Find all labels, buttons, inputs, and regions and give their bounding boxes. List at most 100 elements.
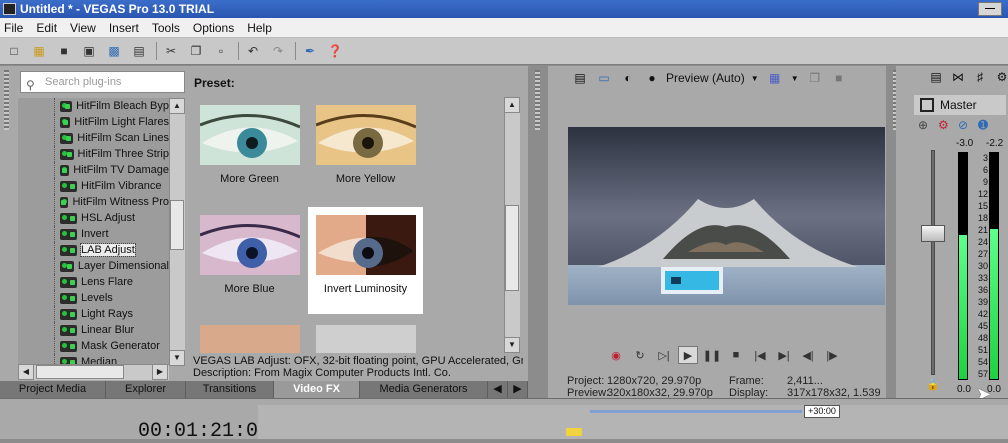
scroll-up-button[interactable]: ▲ bbox=[504, 97, 520, 113]
scroll-down-button[interactable]: ▼ bbox=[169, 350, 185, 366]
plugin-item[interactable]: Light Rays bbox=[18, 306, 169, 322]
preview-properties-icon[interactable]: ▤ bbox=[570, 69, 590, 87]
hscroll-thumb[interactable] bbox=[36, 365, 124, 379]
plugin-item[interactable]: HSL Adjust bbox=[18, 210, 169, 226]
go-to-start-icon[interactable]: |◀ bbox=[750, 346, 770, 364]
timeline-marker[interactable] bbox=[566, 428, 582, 436]
new-icon[interactable]: □ bbox=[4, 41, 24, 61]
tab-transitions[interactable]: Transitions bbox=[186, 381, 274, 398]
go-to-end-icon[interactable]: ▶| bbox=[774, 346, 794, 364]
tabs-scroll-left[interactable]: ◀ bbox=[488, 381, 508, 398]
properties-icon[interactable]: ▤ bbox=[129, 41, 149, 61]
copy-icon[interactable]: ❐ bbox=[186, 41, 206, 61]
preview-quality-select[interactable]: Preview (Auto) bbox=[666, 71, 745, 85]
open-icon[interactable]: ▦ bbox=[29, 41, 49, 61]
save-icon[interactable]: ■ bbox=[54, 41, 74, 61]
video-fx-icon[interactable]: ● bbox=[642, 69, 662, 87]
tab-project-media[interactable]: Project Media bbox=[0, 381, 106, 398]
preset-thumbnail bbox=[316, 325, 416, 353]
tab-explorer[interactable]: Explorer bbox=[106, 381, 186, 398]
plugin-item[interactable]: Mask Generator bbox=[18, 338, 169, 354]
menu-file[interactable]: File bbox=[4, 21, 23, 35]
menu-options[interactable]: Options bbox=[193, 21, 234, 35]
dim-output-icon[interactable]: ♯ bbox=[969, 70, 991, 84]
brush-icon[interactable]: ✒ bbox=[300, 41, 320, 61]
tab-media-generators[interactable]: Media Generators bbox=[360, 381, 488, 398]
minimize-button[interactable]: — bbox=[978, 2, 1002, 16]
record-button[interactable]: ◉ bbox=[606, 346, 626, 364]
play-icon[interactable]: ▶ bbox=[678, 346, 698, 364]
preset-partial-1[interactable] bbox=[192, 317, 307, 353]
play-from-start-icon[interactable]: ▷| bbox=[654, 346, 674, 364]
copy-snapshot-icon[interactable]: ❐ bbox=[805, 69, 825, 87]
solo-icon[interactable]: ➊ bbox=[978, 118, 998, 132]
plugin-item-selected[interactable]: LAB Adjust bbox=[18, 242, 169, 258]
downmix-icon[interactable]: ⋈ bbox=[947, 70, 969, 84]
plugin-item[interactable]: Levels bbox=[18, 290, 169, 306]
panel-grip[interactable] bbox=[4, 70, 9, 130]
plugin-item[interactable]: HitFilm Three Strip bbox=[18, 146, 169, 162]
whats-this-icon[interactable]: ❓ bbox=[325, 41, 345, 61]
preset-more-blue[interactable]: More Blue bbox=[192, 207, 307, 314]
chevron-down-icon[interactable]: ▼ bbox=[749, 69, 761, 87]
plugin-search-input[interactable]: ⚲ Search plug-ins bbox=[20, 71, 185, 93]
menu-tools[interactable]: Tools bbox=[152, 21, 180, 35]
scroll-left-button[interactable]: ◀ bbox=[18, 364, 34, 380]
scroll-down-button[interactable]: ▼ bbox=[504, 337, 520, 353]
menu-edit[interactable]: Edit bbox=[36, 21, 57, 35]
split-screen-icon[interactable]: ◐ bbox=[618, 69, 638, 87]
scroll-thumb[interactable] bbox=[170, 200, 184, 250]
mixer-settings-icon[interactable]: ⚙ bbox=[991, 70, 1008, 84]
chevron-down-icon[interactable]: ▼ bbox=[789, 69, 801, 87]
render-icon[interactable]: ▩ bbox=[104, 41, 124, 61]
scroll-thumb[interactable] bbox=[505, 205, 519, 291]
scroll-right-button[interactable]: ▶ bbox=[152, 364, 168, 380]
menu-insert[interactable]: Insert bbox=[109, 21, 139, 35]
stop-icon[interactable]: ■ bbox=[726, 346, 746, 364]
next-frame-icon[interactable]: |▶ bbox=[822, 346, 842, 364]
redo-icon[interactable]: ↷ bbox=[268, 41, 288, 61]
plugin-item[interactable]: Invert bbox=[18, 226, 169, 242]
meter-scale-tick: 54 bbox=[977, 357, 988, 367]
plugin-item[interactable]: HitFilm Light Flares bbox=[18, 114, 169, 130]
external-monitor-icon[interactable]: ▭ bbox=[594, 69, 614, 87]
ofx-plugin-icon bbox=[60, 260, 74, 272]
bus-connect-icon[interactable]: ⊕ bbox=[918, 118, 938, 132]
video-preview[interactable] bbox=[568, 127, 885, 305]
search-icon: ⚲ bbox=[26, 78, 35, 92]
menu-help[interactable]: Help bbox=[247, 21, 272, 35]
bus-fx-icon[interactable]: ⚙ bbox=[938, 118, 958, 132]
lock-icon[interactable]: 🔒 bbox=[926, 378, 940, 391]
plugin-item[interactable]: HitFilm Scan Lines bbox=[18, 130, 169, 146]
loop-playback-icon[interactable]: ↻ bbox=[630, 346, 650, 364]
preset-partial-2[interactable] bbox=[308, 317, 423, 353]
overlays-icon[interactable]: ▦ bbox=[765, 69, 785, 87]
scroll-up-button[interactable]: ▲ bbox=[169, 98, 185, 114]
mute-icon[interactable]: ⊘ bbox=[958, 118, 978, 132]
plugin-item[interactable]: HitFilm Witness Pro bbox=[18, 194, 169, 210]
plugin-item[interactable]: Linear Blur bbox=[18, 322, 169, 338]
preset-more-green[interactable]: More Green bbox=[192, 97, 307, 204]
panel-grip[interactable] bbox=[535, 70, 540, 130]
master-fader-handle[interactable] bbox=[921, 225, 945, 242]
zoom-range-line[interactable] bbox=[590, 410, 802, 413]
plugin-item[interactable]: HitFilm Bleach Byp bbox=[18, 98, 169, 114]
menu-view[interactable]: View bbox=[70, 21, 96, 35]
pause-icon[interactable]: ❚❚ bbox=[702, 346, 722, 364]
preset-more-yellow[interactable]: More Yellow bbox=[308, 97, 423, 204]
paste-icon[interactable]: ▫ bbox=[211, 41, 231, 61]
previous-frame-icon[interactable]: ◀| bbox=[798, 346, 818, 364]
plugin-item[interactable]: Layer Dimensional bbox=[18, 258, 169, 274]
cut-icon[interactable]: ✂ bbox=[161, 41, 181, 61]
save-as-icon[interactable]: ▣ bbox=[79, 41, 99, 61]
plugin-item[interactable]: HitFilm TV Damage bbox=[18, 162, 169, 178]
plugin-item[interactable]: Lens Flare bbox=[18, 274, 169, 290]
preset-invert-luminosity[interactable]: Invert Luminosity bbox=[308, 207, 423, 314]
plugin-item[interactable]: HitFilm Vibrance bbox=[18, 178, 169, 194]
master-fader-track[interactable] bbox=[931, 150, 935, 375]
undo-icon[interactable]: ↶ bbox=[243, 41, 263, 61]
mixer-properties-icon[interactable]: ▤ bbox=[925, 70, 947, 84]
tabs-scroll-right[interactable]: ▶ bbox=[508, 381, 528, 398]
tab-video-fx[interactable]: Video FX bbox=[274, 381, 360, 398]
save-snapshot-icon[interactable]: ■ bbox=[829, 69, 849, 87]
